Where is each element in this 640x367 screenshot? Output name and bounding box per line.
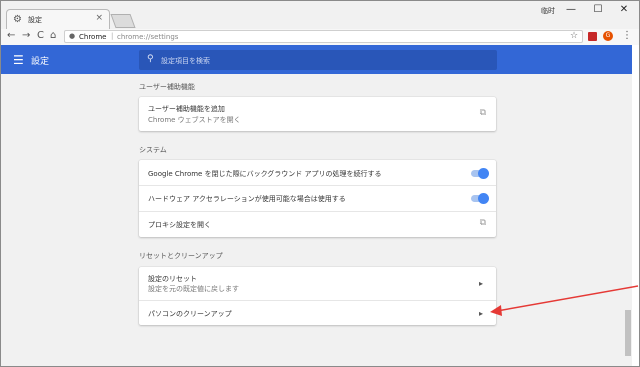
annotation-arrow — [490, 285, 639, 316]
arrow-head — [490, 305, 502, 316]
arrow-shaft — [496, 285, 639, 312]
